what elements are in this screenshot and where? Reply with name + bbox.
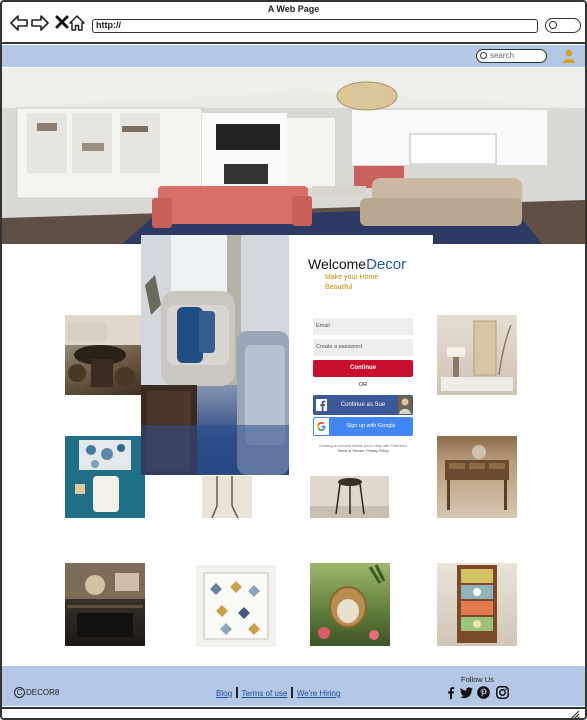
gallery-image-10[interactable] [437, 563, 517, 646]
legal-text: Creating an account means you're okay wi… [318, 444, 408, 448]
footer-links: Blog Terms of use We're Hiring [216, 687, 340, 698]
password-field[interactable]: Create a password [313, 339, 413, 356]
search-icon [480, 52, 487, 59]
gallery-image-8[interactable] [196, 565, 276, 647]
facebook-icon [316, 399, 327, 411]
google-signup-button[interactable]: Sign up with Google [313, 417, 413, 436]
instagram-icon[interactable] [496, 686, 509, 699]
search-placeholder: search [490, 51, 515, 60]
gallery-image-1[interactable] [65, 315, 145, 395]
browser-search[interactable] [545, 18, 581, 33]
terms-link[interactable]: Terms of Service [337, 449, 364, 453]
window-title: A Web Page [267, 4, 320, 14]
gallery-image-4[interactable] [202, 476, 252, 518]
tagline: Make your Home Beautiful [325, 274, 379, 291]
facebook-icon[interactable] [444, 686, 457, 699]
facebook-button-label: Continue as Sue [340, 402, 386, 408]
footer-link-blog[interactable]: Blog [216, 689, 232, 698]
search-icon [549, 21, 557, 29]
follow-us-label: Follow Us [461, 675, 494, 684]
copyright-symbol: C [14, 687, 25, 698]
browser-window: A Web Page http:// search WelcomeDecor M… [0, 0, 587, 720]
or-divider: OR [358, 382, 368, 388]
signup-feature-image [141, 235, 289, 475]
link-separator [291, 687, 293, 698]
welcome-text: Welcome [308, 256, 367, 272]
signup-panel: WelcomeDecor Make your Home Beautiful Em… [289, 235, 433, 475]
link-separator [236, 687, 238, 698]
resize-grip-icon[interactable] [571, 710, 580, 718]
pinterest-icon[interactable] [477, 686, 490, 699]
brand-text: Decor [366, 256, 407, 273]
facebook-continue-button[interactable]: Continue as Sue [313, 395, 413, 415]
gallery-image-9[interactable] [310, 563, 390, 646]
google-button-label: Sign up with Google [346, 423, 396, 429]
footer-brand: DECOR8 [26, 688, 60, 697]
site-header: search [2, 45, 585, 67]
gallery-image-6[interactable] [437, 436, 517, 518]
google-icon [314, 418, 329, 435]
hero-image [2, 68, 585, 244]
copyright: C DECOR8 [14, 687, 59, 698]
url-bar[interactable]: http:// [92, 19, 538, 33]
gallery-image-3[interactable] [65, 436, 145, 518]
avatar [398, 396, 412, 414]
forward-arrow-icon[interactable] [31, 15, 49, 33]
browser-toolbar: A Web Page http:// [2, 2, 585, 44]
site-footer: C DECOR8 Blog Terms of use We're Hiring Fol… [2, 666, 585, 706]
continue-button[interactable]: Continue [313, 360, 413, 377]
site-search-input[interactable]: search [476, 49, 547, 63]
home-icon[interactable] [68, 15, 86, 33]
gallery-image-7[interactable] [65, 563, 145, 646]
privacy-link[interactable]: Privacy Policy [366, 449, 388, 453]
legal-notice: Creating an account means you're okay wi… [317, 444, 409, 454]
welcome-heading: WelcomeDecor [308, 256, 406, 273]
user-icon[interactable] [562, 49, 576, 63]
footer-link-hiring[interactable]: We're Hiring [297, 689, 341, 698]
browser-status-bar [2, 707, 585, 718]
footer-link-terms[interactable]: Terms of use [242, 689, 288, 698]
gallery-image-2[interactable] [437, 315, 517, 395]
email-field[interactable]: Email [313, 318, 413, 335]
gallery-image-5[interactable] [310, 476, 389, 518]
twitter-icon[interactable] [460, 686, 473, 699]
back-arrow-icon[interactable] [10, 15, 28, 33]
